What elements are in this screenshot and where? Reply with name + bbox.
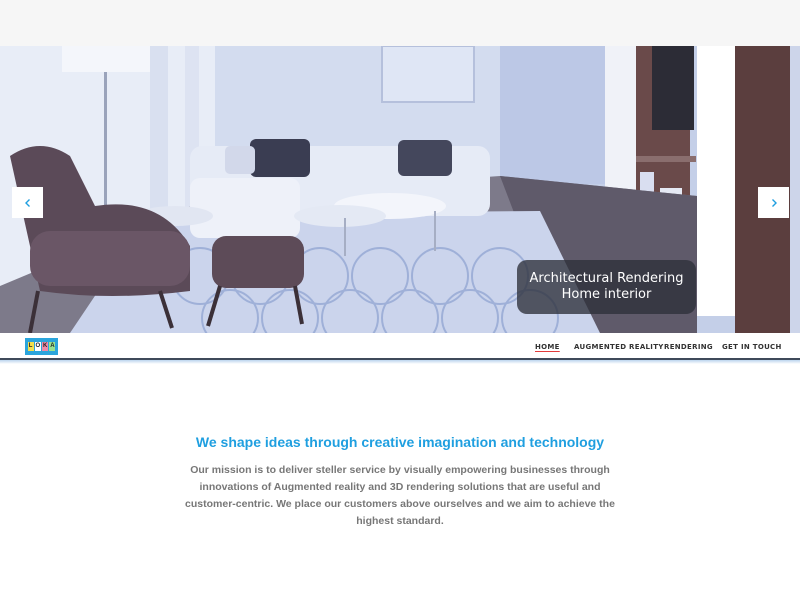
nav-home[interactable]: HOME [535,343,560,351]
logo-letter: O [34,342,41,351]
logo-letter: L [27,342,34,351]
site-logo[interactable]: L O K A [25,338,58,355]
chevron-left-icon [24,198,30,207]
nav-get-in-touch[interactable]: GET IN TOUCH [722,343,782,351]
hero-slider: Architectural Rendering Home interior [0,46,800,333]
top-bar [0,0,800,46]
main-navbar: L O K A HOME AUGMENTED REALITY RENDERING… [0,333,800,360]
slide-caption-title: Architectural Rendering [529,271,684,286]
logo-letter: K [42,342,49,351]
slide-caption-subtitle: Home interior [561,287,652,302]
section-headline: We shape ideas through creative imaginat… [195,434,605,450]
slider-next-button[interactable] [758,187,789,218]
nav-augmented-reality[interactable]: AUGMENTED REALITY [574,343,664,351]
slide-caption: Architectural Rendering Home interior [517,260,696,314]
logo-letter: A [49,342,56,351]
nav-rendering[interactable]: RENDERING [664,343,713,351]
slider-prev-button[interactable] [12,187,43,218]
navbar-shadow [0,360,800,364]
chevron-right-icon [771,198,777,207]
mission-statement: Our mission is to deliver steller servic… [185,464,615,527]
